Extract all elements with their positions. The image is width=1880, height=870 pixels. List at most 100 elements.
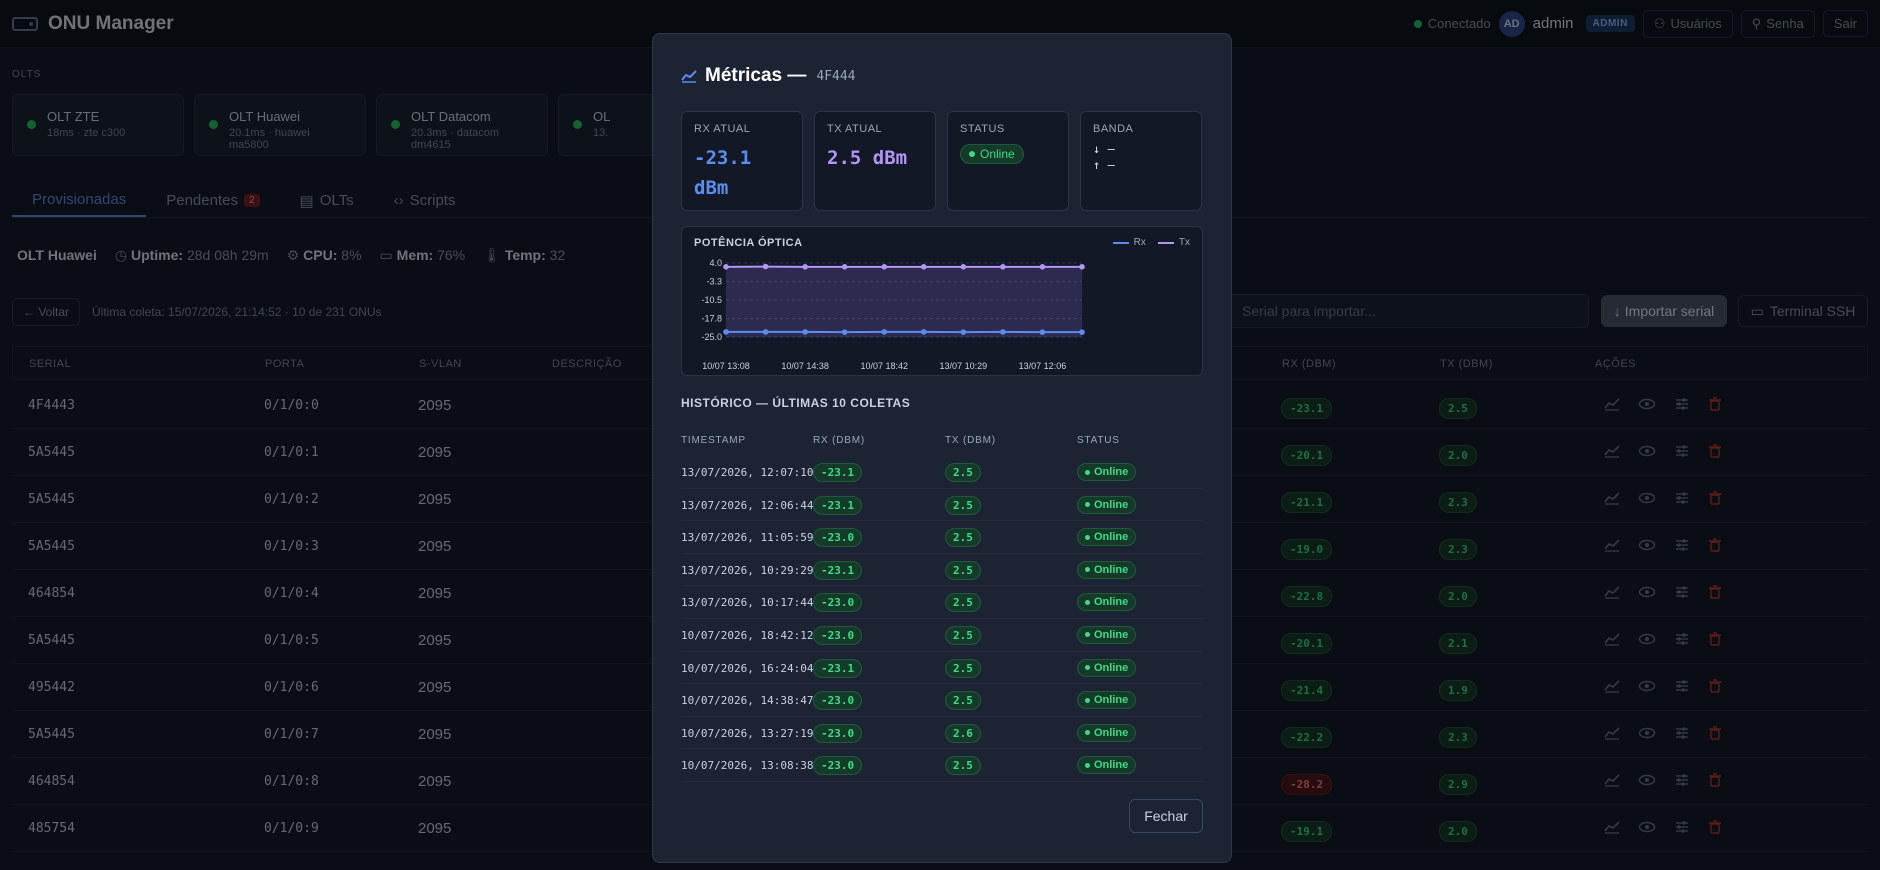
history-row: 10/07/2026, 18:42:12 -23.0 2.5 Online bbox=[681, 619, 1203, 652]
history-tx: 2.5 bbox=[945, 463, 981, 482]
history-rx: -23.0 bbox=[813, 625, 863, 645]
rx-data-point bbox=[1039, 329, 1046, 335]
history-timestamp: 13/07/2026, 11:05:59 bbox=[681, 531, 814, 545]
hist-col-tx: TX (DBM) bbox=[945, 435, 996, 446]
history-timestamp: 10/07/2026, 18:42:12 bbox=[681, 628, 814, 642]
modal-title: Métricas — bbox=[705, 65, 807, 86]
history-row: 10/07/2026, 13:08:38 -23.0 2.5 Online bbox=[681, 749, 1203, 782]
hist-col-rx: RX (DBM) bbox=[813, 435, 865, 446]
band-up: ↑ — bbox=[1093, 158, 1115, 172]
x-tick-label: 10/07 18:42 bbox=[860, 361, 908, 371]
history-status-badge: Online bbox=[1077, 723, 1137, 742]
history-row: 13/07/2026, 12:07:10 -23.1 2.5 Online bbox=[681, 456, 1203, 489]
tx-data-point bbox=[841, 264, 848, 270]
x-tick-label: 13/07 10:29 bbox=[940, 361, 988, 371]
history-status-badge: Online bbox=[1077, 495, 1137, 514]
history-row: 10/07/2026, 13:27:19 -23.0 2.6 Online bbox=[681, 717, 1203, 750]
y-tick-label: -10.5 bbox=[701, 295, 722, 305]
history-row: 10/07/2026, 16:24:04 -23.1 2.5 Online bbox=[681, 652, 1203, 685]
rx-data-point bbox=[881, 329, 888, 335]
history-row: 13/07/2026, 11:05:59 -23.0 2.5 Online bbox=[681, 521, 1203, 554]
tx-data-point bbox=[1079, 264, 1085, 270]
tx-data-point bbox=[1039, 264, 1046, 270]
history-timestamp: 13/07/2026, 12:07:10 bbox=[681, 466, 814, 479]
rx-data-point bbox=[762, 329, 769, 335]
history-status-badge: Online bbox=[1077, 463, 1137, 481]
history-row: 13/07/2026, 10:29:29 -23.1 2.5 Online bbox=[681, 554, 1203, 587]
chart-plot: 4.0 -3.3 -10.5 -17.8 -25.0 10/07 13:08 10/07 1… bbox=[701, 258, 1085, 371]
band-stat-card: BANDA ↓ — ↑ — bbox=[1080, 111, 1202, 211]
y-tick-label: -3.3 bbox=[706, 277, 722, 287]
rx-data-point bbox=[920, 329, 927, 335]
x-tick-label: 13/07 12:06 bbox=[1019, 361, 1067, 371]
optical-power-chart: POTÊNCIA ÓPTICA Rx Tx 4.0 -3.3 -10.5 -17.8-… bbox=[681, 226, 1203, 376]
history-status-badge: Online bbox=[1077, 560, 1137, 579]
history-status-badge: Online bbox=[1077, 658, 1137, 677]
history-tx: 2.5 bbox=[945, 528, 981, 548]
stat-cards: RX ATUAL -23.1 dBm TX ATUAL 2.5 dBm STAT… bbox=[681, 111, 1202, 211]
history-rx: -23.0 bbox=[813, 756, 863, 776]
modal-header: Métricas — 4F444 bbox=[681, 65, 856, 87]
rx-stat-card: RX ATUAL -23.1 dBm bbox=[681, 111, 803, 211]
tx-data-point bbox=[723, 264, 729, 270]
history-rx: -23.1 bbox=[813, 463, 863, 482]
tx-stat-card: TX ATUAL 2.5 dBm bbox=[814, 111, 936, 211]
history-title: HISTÓRICO — ÚLTIMAS 10 COLETAS bbox=[681, 396, 911, 410]
history-rx: -23.1 bbox=[813, 560, 863, 580]
history-tx: 2.5 bbox=[945, 658, 981, 678]
tx-data-point bbox=[1000, 264, 1006, 270]
rx-data-point bbox=[802, 329, 808, 335]
hist-col-timestamp: TIMESTAMP bbox=[681, 435, 746, 446]
x-tick-label: 10/07 14:38 bbox=[781, 361, 829, 371]
rx-data-point bbox=[1079, 329, 1085, 335]
history-tx: 2.5 bbox=[945, 560, 981, 580]
status-stat-card: STATUS Online bbox=[947, 111, 1069, 211]
chart-line-icon bbox=[681, 70, 697, 83]
history-timestamp: 13/07/2026, 10:29:29 bbox=[681, 563, 814, 577]
history-rx: -23.1 bbox=[813, 658, 863, 678]
rx-data-point bbox=[1000, 329, 1006, 335]
y-tick-label: -25.0 bbox=[701, 332, 722, 342]
history-row: 10/07/2026, 14:38:47 -23.0 2.5 Online bbox=[681, 684, 1203, 717]
history-timestamp: 10/07/2026, 13:27:19 bbox=[681, 726, 814, 740]
tx-data-point bbox=[920, 264, 927, 270]
history-rx: -23.0 bbox=[813, 528, 863, 548]
rx-current-value: -23.1 dBm bbox=[694, 147, 752, 199]
history-timestamp: 13/07/2026, 12:06:44 bbox=[681, 498, 814, 512]
status-badge: Online bbox=[960, 144, 1024, 164]
history-rx: -23.1 bbox=[813, 495, 863, 515]
band-down: ↓ — bbox=[1093, 142, 1115, 156]
rx-data-point bbox=[841, 329, 848, 335]
y-tick-label: -17.8 bbox=[701, 314, 722, 324]
history-status-badge: Online bbox=[1077, 528, 1137, 547]
history-rx: -23.0 bbox=[813, 593, 863, 613]
history-timestamp: 10/07/2026, 14:38:47 bbox=[681, 694, 814, 708]
history-timestamp: 10/07/2026, 13:08:38 bbox=[681, 759, 814, 773]
y-tick-label: 4.0 bbox=[709, 258, 722, 268]
tx-current-value: 2.5 dBm bbox=[827, 147, 908, 169]
history-tx: 2.5 bbox=[945, 691, 981, 711]
history-row: 13/07/2026, 10:17:44 -23.0 2.5 Online bbox=[681, 586, 1203, 619]
history-tx: 2.5 bbox=[945, 495, 981, 515]
history-row: 13/07/2026, 12:06:44 -23.1 2.5 Online bbox=[681, 489, 1203, 522]
modal-serial: 4F444 bbox=[816, 68, 856, 84]
history-status-badge: Online bbox=[1077, 691, 1137, 710]
history-timestamp: 10/07/2026, 16:24:04 bbox=[681, 661, 814, 675]
x-tick-label: 10/07 13:08 bbox=[702, 361, 750, 371]
tx-data-point bbox=[802, 264, 808, 270]
rx-data-point bbox=[960, 329, 967, 335]
close-button[interactable]: Fechar bbox=[1129, 799, 1203, 833]
tx-data-point bbox=[960, 264, 967, 270]
tx-data-point bbox=[881, 264, 888, 270]
rx-data-point bbox=[723, 329, 729, 335]
history-status-badge: Online bbox=[1077, 625, 1137, 644]
history-rx: -23.0 bbox=[813, 691, 863, 711]
history-rows: 13/07/2026, 12:07:10 -23.1 2.5 Online 13/07/… bbox=[681, 456, 1203, 782]
tx-series-area bbox=[726, 266, 1082, 337]
history-timestamp: 13/07/2026, 10:17:44 bbox=[681, 596, 814, 610]
history-rx: -23.0 bbox=[813, 723, 863, 743]
metrics-modal: Métricas — 4F444 RX ATUAL -23.1 dBm TX A… bbox=[652, 33, 1232, 863]
history-status-badge: Online bbox=[1077, 593, 1137, 612]
history-tx: 2.6 bbox=[945, 723, 981, 743]
history-tx: 2.5 bbox=[945, 625, 981, 645]
